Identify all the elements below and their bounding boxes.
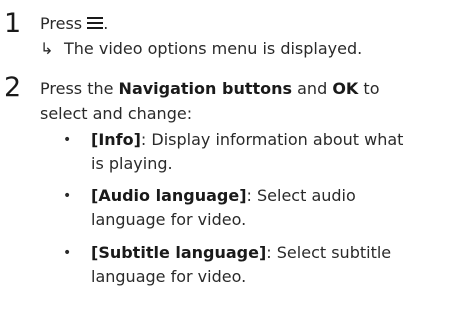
bullet-icon: • <box>63 132 72 148</box>
step-number-2: 2 <box>4 72 22 103</box>
list-item-audio-language-cont: language for video. <box>91 210 247 229</box>
step-2-intro-line2: select and change: <box>40 104 193 123</box>
ok-button-term: OK <box>332 79 359 98</box>
step-2-intro-prefix: Press the <box>40 79 114 98</box>
subtitle-language-term: [Subtitle language] <box>91 243 267 262</box>
result-arrow-icon: ↳ <box>40 39 54 58</box>
list-item-info: [Info]: Display information about what <box>91 128 403 152</box>
list-item-subtitle-language: [Subtitle language]: Select subtitle <box>91 241 391 265</box>
list-item-audio-language: [Audio language]: Select audio <box>91 184 356 208</box>
info-desc: : Display information about what <box>140 130 404 149</box>
step-2-intro: Press the Navigation buttons and OK to <box>40 77 379 101</box>
step-1-text: Press . <box>40 12 108 37</box>
step-1-result: The video options menu is displayed. <box>64 39 363 58</box>
audio-language-desc: : Select audio <box>246 186 356 205</box>
subtitle-language-desc: : Select subtitle <box>266 243 392 262</box>
step-2-to: to <box>363 79 380 98</box>
step-1-period: . <box>103 14 109 33</box>
list-item-subtitle-language-cont: language for video. <box>91 267 247 286</box>
list-item-info-cont: is playing. <box>91 154 173 173</box>
options-menu-icon <box>87 13 104 37</box>
info-term: [Info] <box>91 130 141 149</box>
step-2-and: and <box>297 79 328 98</box>
step-number-1: 1 <box>4 8 22 39</box>
navigation-buttons-term: Navigation buttons <box>118 79 293 98</box>
bullet-icon: • <box>63 188 72 204</box>
audio-language-term: [Audio language] <box>91 186 247 205</box>
bullet-icon: • <box>63 245 72 261</box>
step-1-press: Press <box>40 14 83 33</box>
